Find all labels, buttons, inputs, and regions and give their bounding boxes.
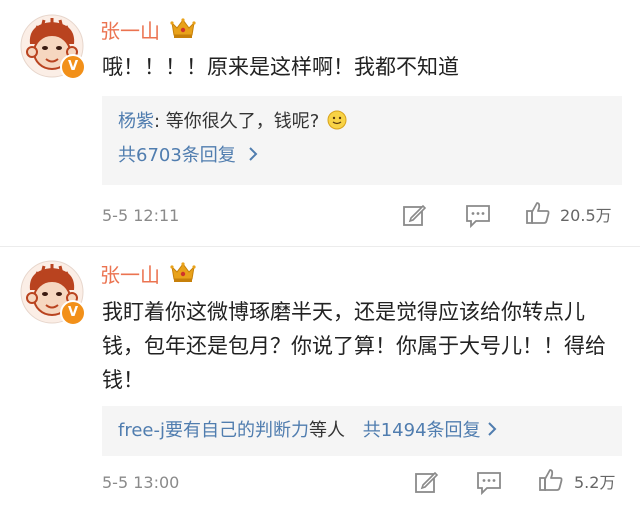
crown-icon bbox=[170, 18, 196, 38]
like-count: 20.5万 bbox=[560, 206, 612, 225]
comment-text: 我盯着你这微博琢磨半天，还是觉得应该给你转点儿钱，包年还是包月？你说了算！你属于… bbox=[102, 300, 606, 392]
reply-count: 共1494条回复 bbox=[362, 420, 481, 441]
username[interactable]: 张一山 bbox=[100, 262, 160, 288]
comment-item: V 张一山 我盯着你这微博琢磨半天，还是觉得应该给你转点儿钱，包年还是包月？你说… bbox=[0, 247, 640, 505]
smile-emoji-icon bbox=[327, 110, 347, 130]
thumbs-up-icon[interactable] bbox=[524, 199, 552, 227]
reply-author[interactable]: free-j要有自己的判断力 bbox=[118, 420, 309, 441]
crown-icon bbox=[170, 262, 196, 282]
comment-time: 5-5 13:00 bbox=[102, 473, 180, 492]
chevron-right-icon bbox=[487, 422, 496, 436]
avatar[interactable]: V bbox=[20, 14, 86, 80]
reply-preview-line: 杨紫: 等你很久了，钱呢? bbox=[118, 110, 347, 134]
comment-time: 5-5 12:11 bbox=[102, 206, 180, 225]
username[interactable]: 张一山 bbox=[100, 18, 160, 44]
view-replies-link[interactable]: 共1494条回复 bbox=[363, 420, 497, 441]
comment-icon[interactable] bbox=[464, 201, 492, 229]
comment-text: 哦！！！！原来是这样啊！我都不知道 bbox=[102, 55, 459, 79]
verified-badge: V bbox=[60, 54, 86, 80]
view-replies-link[interactable]: 共6703条回复 bbox=[118, 144, 258, 168]
reply-text: 等人 bbox=[309, 420, 345, 441]
like-count: 5.2万 bbox=[574, 473, 616, 492]
edit-icon[interactable] bbox=[412, 468, 440, 496]
comment-item: V 张一山 哦！！！！原来是这样啊！我都不知道 杨紫: 等你很久了，钱呢? 共6… bbox=[0, 0, 640, 247]
reply-preview-line: free-j要有自己的判断力等人 共1494条回复 bbox=[118, 419, 497, 443]
avatar[interactable]: V bbox=[20, 260, 86, 326]
thumbs-up-icon[interactable] bbox=[537, 466, 565, 494]
edit-icon[interactable] bbox=[400, 201, 428, 229]
reply-preview[interactable]: 杨紫: 等你很久了，钱呢? 共6703条回复 bbox=[102, 96, 622, 185]
comment-icon[interactable] bbox=[475, 468, 503, 496]
chevron-right-icon bbox=[248, 147, 257, 161]
verified-badge: V bbox=[60, 300, 86, 326]
reply-preview[interactable]: free-j要有自己的判断力等人 共1494条回复 bbox=[102, 406, 622, 456]
reply-count: 共6703条回复 bbox=[118, 145, 236, 166]
comment-list: V 张一山 哦！！！！原来是这样啊！我都不知道 杨紫: 等你很久了，钱呢? 共6… bbox=[0, 0, 640, 505]
reply-author[interactable]: 杨紫 bbox=[118, 111, 154, 132]
reply-text: : 等你很久了，钱呢? bbox=[154, 111, 320, 132]
